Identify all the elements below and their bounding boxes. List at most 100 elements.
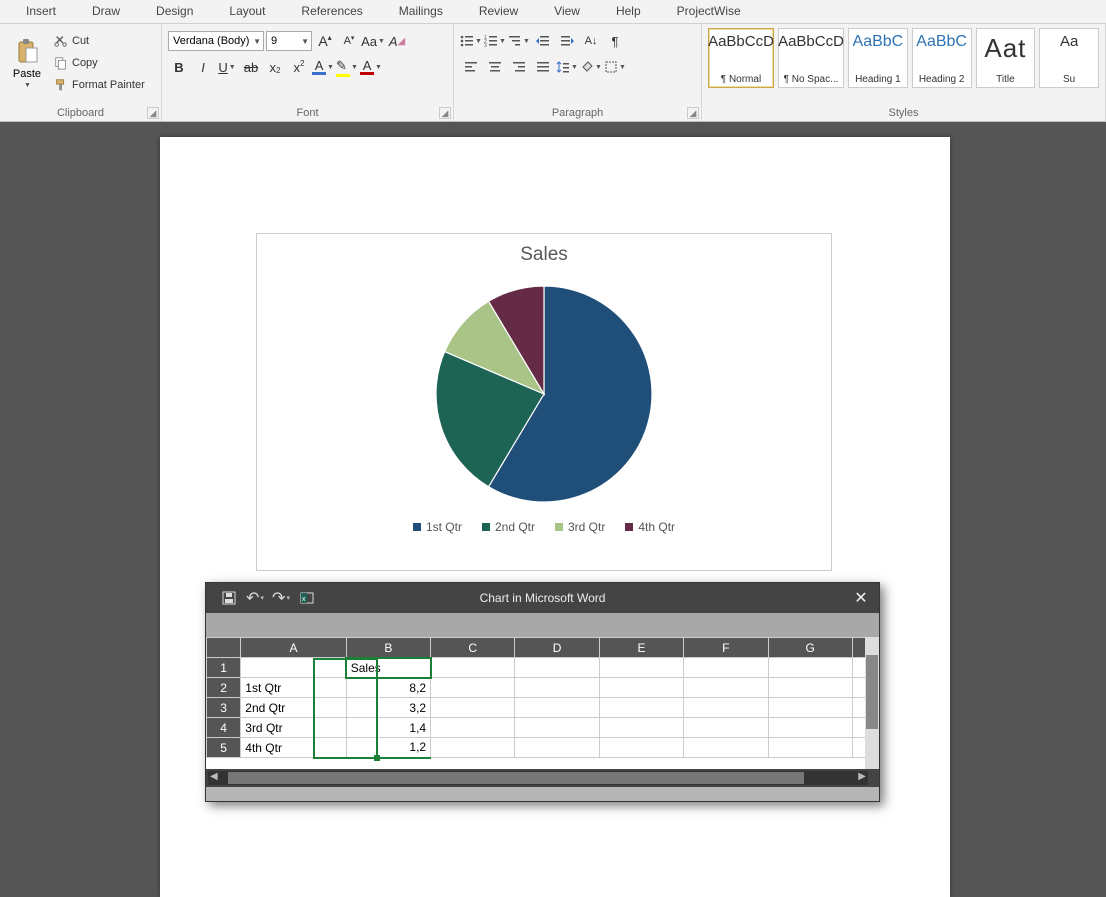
style--normal[interactable]: AaBbCcD¶ Normal <box>708 28 774 88</box>
sort-button[interactable]: A↓ <box>580 30 602 52</box>
cell-A5[interactable]: 4th Qtr <box>241 738 346 758</box>
datasheet-formula-bar[interactable] <box>206 613 879 637</box>
cell-B3[interactable]: 3,2 <box>346 698 430 718</box>
strikethrough-button[interactable]: ab <box>240 56 262 78</box>
text-effects-button[interactable]: A▼ <box>312 56 334 78</box>
font-dialog-launcher[interactable]: ◢ <box>439 107 451 119</box>
italic-button[interactable]: I <box>192 56 214 78</box>
cell-E5[interactable] <box>599 738 683 758</box>
select-all-cell[interactable] <box>207 638 241 658</box>
cell-D3[interactable] <box>515 698 599 718</box>
cell-A1[interactable] <box>241 658 346 678</box>
column-header-E[interactable]: E <box>599 638 683 658</box>
cell-G1[interactable] <box>768 658 852 678</box>
grow-font-button[interactable]: A▴ <box>314 30 336 52</box>
align-right-button[interactable] <box>508 56 530 78</box>
font-name-combo[interactable]: Verdana (Body)▼ <box>168 31 264 51</box>
style-title[interactable]: AatTitle <box>976 28 1036 88</box>
bullets-button[interactable]: ▼ <box>460 30 482 52</box>
subscript-button[interactable]: x2 <box>264 56 286 78</box>
column-header-C[interactable]: C <box>431 638 515 658</box>
chart-data-window[interactable]: ↶▾ ↷▾ x Chart in Microsoft Word ✕ ABCDEF… <box>205 582 880 802</box>
cell-C5[interactable] <box>431 738 515 758</box>
cell-A2[interactable]: 1st Qtr <box>241 678 346 698</box>
cell-G3[interactable] <box>768 698 852 718</box>
cell-A4[interactable]: 3rd Qtr <box>241 718 346 738</box>
tab-insert[interactable]: Insert <box>8 0 74 23</box>
paste-button[interactable]: Paste ▼ <box>6 26 48 100</box>
multilevel-list-button[interactable]: ▼ <box>508 30 530 52</box>
tab-help[interactable]: Help <box>598 0 659 23</box>
cell-F2[interactable] <box>684 678 768 698</box>
change-case-button[interactable]: Aa▼ <box>362 30 384 52</box>
redo-button[interactable]: ↷▾ <box>268 585 294 611</box>
justify-button[interactable] <box>532 56 554 78</box>
clear-formatting-button[interactable]: A◢ <box>386 30 408 52</box>
underline-button[interactable]: U▼ <box>216 56 238 78</box>
style-su[interactable]: AaSu <box>1039 28 1099 88</box>
horizontal-scrollbar[interactable]: ◀ ▶ <box>208 771 868 785</box>
column-header-G[interactable]: G <box>768 638 852 658</box>
scrollbar-thumb[interactable] <box>866 655 878 729</box>
tab-mailings[interactable]: Mailings <box>381 0 461 23</box>
tab-references[interactable]: References <box>283 0 380 23</box>
vertical-scrollbar[interactable] <box>865 637 879 769</box>
cell-E3[interactable] <box>599 698 683 718</box>
cell-A3[interactable]: 2nd Qtr <box>241 698 346 718</box>
style--no-spac-[interactable]: AaBbCcD¶ No Spac... <box>778 28 844 88</box>
cell-E2[interactable] <box>599 678 683 698</box>
shading-button[interactable]: ▼ <box>580 56 602 78</box>
cell-B4[interactable]: 1,4 <box>346 718 430 738</box>
document-area[interactable]: Sales 1st Qtr2nd Qtr3rd Qtr4th Qtr ↶▾ ↷▾… <box>0 122 1106 894</box>
row-header-4[interactable]: 4 <box>207 718 241 738</box>
cell-C2[interactable] <box>431 678 515 698</box>
edit-in-excel-button[interactable]: x <box>294 585 320 611</box>
tab-draw[interactable]: Draw <box>74 0 138 23</box>
tab-layout[interactable]: Layout <box>211 0 283 23</box>
column-header-F[interactable]: F <box>684 638 768 658</box>
undo-button[interactable]: ↶▾ <box>242 585 268 611</box>
tab-design[interactable]: Design <box>138 0 211 23</box>
cell-C4[interactable] <box>431 718 515 738</box>
numbering-button[interactable]: 123▼ <box>484 30 506 52</box>
paragraph-dialog-launcher[interactable]: ◢ <box>687 107 699 119</box>
show-marks-button[interactable]: ¶ <box>604 30 626 52</box>
cell-C3[interactable] <box>431 698 515 718</box>
align-left-button[interactable] <box>460 56 482 78</box>
tab-view[interactable]: View <box>536 0 598 23</box>
bold-button[interactable]: B <box>168 56 190 78</box>
fill-handle[interactable] <box>374 755 380 761</box>
row-header-2[interactable]: 2 <box>207 678 241 698</box>
cell-F4[interactable] <box>684 718 768 738</box>
style-heading-2[interactable]: AaBbCHeading 2 <box>912 28 972 88</box>
datasheet-grid[interactable]: ABCDEFGHIJ1Sales21st Qtr8,232nd Qtr3,243… <box>206 637 879 769</box>
copy-button[interactable]: Copy <box>54 52 145 74</box>
column-header-D[interactable]: D <box>515 638 599 658</box>
cell-D2[interactable] <box>515 678 599 698</box>
cell-D4[interactable] <box>515 718 599 738</box>
format-painter-button[interactable]: Format Painter <box>54 74 145 96</box>
align-center-button[interactable] <box>484 56 506 78</box>
save-icon[interactable] <box>216 585 242 611</box>
cell-E1[interactable] <box>599 658 683 678</box>
tab-review[interactable]: Review <box>461 0 536 23</box>
row-header-3[interactable]: 3 <box>207 698 241 718</box>
datasheet-titlebar[interactable]: ↶▾ ↷▾ x Chart in Microsoft Word ✕ <box>206 583 879 613</box>
column-header-B[interactable]: B <box>346 638 430 658</box>
row-header-1[interactable]: 1 <box>207 658 241 678</box>
highlight-button[interactable]: ✎▼ <box>336 56 358 78</box>
decrease-indent-button[interactable] <box>532 30 554 52</box>
cell-G5[interactable] <box>768 738 852 758</box>
cell-B2[interactable]: 8,2 <box>346 678 430 698</box>
cut-button[interactable]: Cut <box>54 30 145 52</box>
increase-indent-button[interactable] <box>556 30 578 52</box>
cell-D1[interactable] <box>515 658 599 678</box>
superscript-button[interactable]: x2 <box>288 56 310 78</box>
font-color-button[interactable]: A▼ <box>360 56 382 78</box>
clipboard-dialog-launcher[interactable]: ◢ <box>147 107 159 119</box>
shrink-font-button[interactable]: A▾ <box>338 30 360 52</box>
cell-C1[interactable] <box>431 658 515 678</box>
tab-projectwise[interactable]: ProjectWise <box>659 0 759 23</box>
cell-G2[interactable] <box>768 678 852 698</box>
cell-F5[interactable] <box>684 738 768 758</box>
